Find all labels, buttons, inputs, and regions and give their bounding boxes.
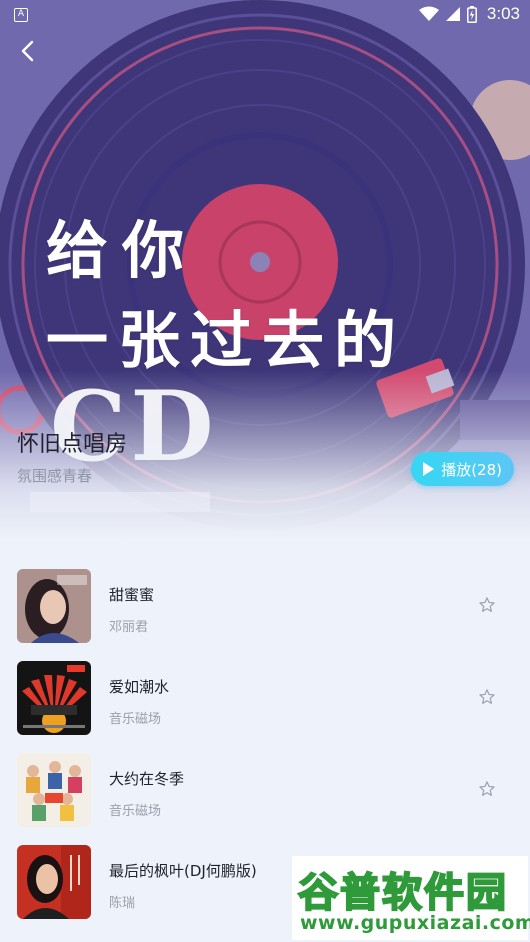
- song-title: 甜蜜蜜: [109, 586, 155, 604]
- status-bar: A 3:03: [0, 0, 530, 30]
- watermark-url: www.gupuxiazai.com: [300, 912, 530, 934]
- play-icon: [423, 462, 435, 476]
- clock: 3:03: [486, 4, 520, 23]
- album-cover: [17, 845, 91, 919]
- wifi-icon: [418, 6, 439, 21]
- song-row[interactable]: 爱如潮水 音乐磁场: [0, 652, 530, 744]
- notification-icon: A: [14, 8, 28, 22]
- cover-portrait-red-icon: [17, 845, 91, 919]
- battery-icon: [466, 5, 477, 23]
- album-cover: [17, 753, 91, 827]
- song-artist: 邓丽君: [109, 620, 149, 635]
- album-cover: [17, 569, 91, 643]
- star-icon[interactable]: [478, 780, 496, 798]
- song-title: 大约在冬季: [109, 770, 185, 788]
- back-button[interactable]: [12, 36, 42, 66]
- watermark-brand: 谷普软件园: [297, 869, 508, 917]
- cover-sunburst-icon: [17, 661, 91, 735]
- hero-headline-line1: 给你: [46, 214, 199, 287]
- hero-headline-line2: 一张过去的: [46, 304, 407, 377]
- song-artist: 音乐磁场: [109, 804, 162, 819]
- play-all-button[interactable]: 播放(28): [411, 452, 514, 486]
- watermark-logo: 谷普软件园 www.gupuxiazai.com: [292, 856, 530, 940]
- song-artist: 音乐磁场: [109, 712, 162, 727]
- playlist-title: 怀旧点唱房: [17, 432, 128, 457]
- cover-portrait-icon: [17, 569, 91, 643]
- cell-signal-icon: [445, 7, 460, 21]
- chevron-left-icon: [21, 40, 34, 62]
- song-title: 爱如潮水: [109, 678, 170, 696]
- song-row[interactable]: 大约在冬季 音乐磁场: [0, 744, 530, 836]
- song-title: 最后的枫叶(DJ何鹏版): [109, 862, 257, 880]
- playlist-subtitle: 氛围感青春: [17, 467, 93, 485]
- album-cover: [17, 661, 91, 735]
- star-icon[interactable]: [478, 596, 496, 614]
- play-all-label: 播放(28): [441, 460, 502, 479]
- song-row[interactable]: 甜蜜蜜 邓丽君: [0, 560, 530, 652]
- song-artist: 陈瑞: [109, 896, 136, 911]
- cover-group-icon: [17, 753, 91, 827]
- star-icon[interactable]: [478, 688, 496, 706]
